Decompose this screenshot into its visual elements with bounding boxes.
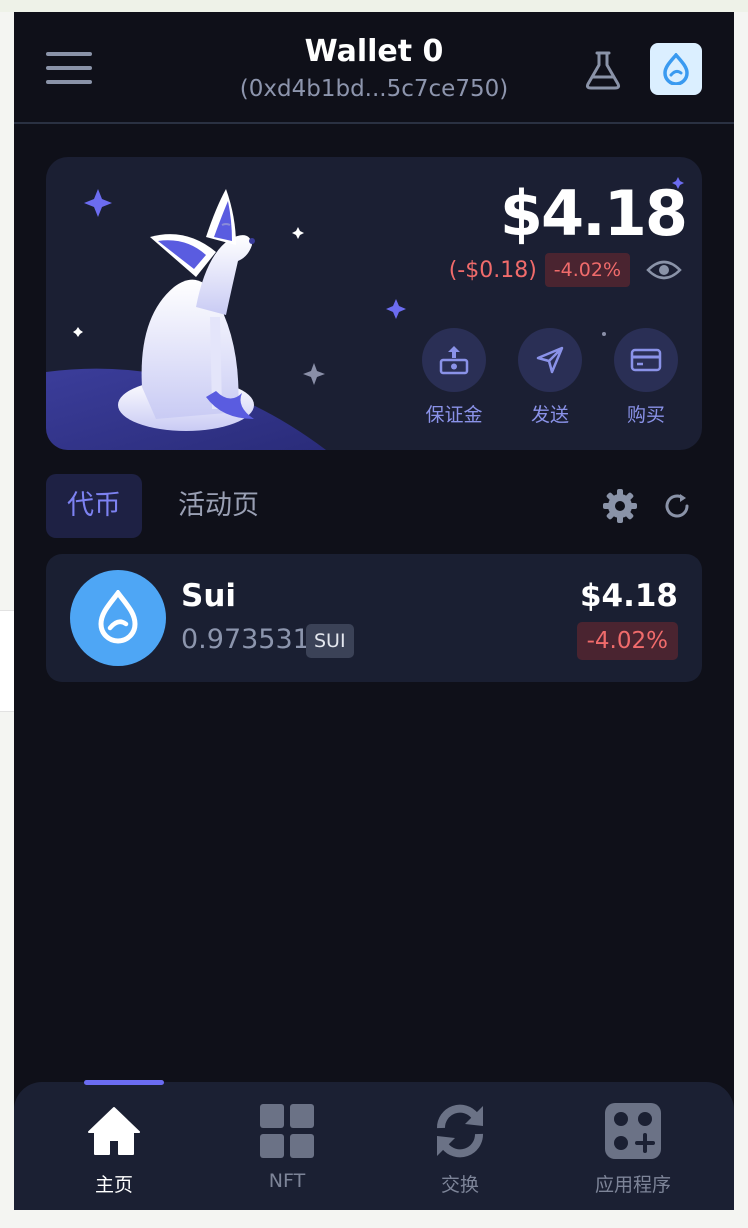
token-symbol-badge: SUI	[306, 624, 354, 658]
change-percent-badge: -4.02%	[544, 253, 630, 287]
refresh-icon[interactable]	[662, 491, 692, 521]
sui-drop-icon	[98, 590, 138, 644]
wallet-name[interactable]: Wallet 0	[14, 34, 734, 69]
gear-icon[interactable]	[602, 488, 638, 524]
tab-activity[interactable]: 活动页	[178, 474, 259, 538]
sui-drop-icon	[663, 53, 689, 85]
deposit-label: 保证金	[425, 404, 483, 426]
change-amount: (-$0.18)	[448, 257, 537, 283]
deposit-icon	[439, 346, 469, 375]
card-icon	[630, 348, 662, 372]
nav-apps-label: 应用程序	[594, 1174, 671, 1196]
background-panel	[0, 610, 14, 712]
nav-apps[interactable]: 应用程序	[543, 1082, 723, 1210]
token-name: Sui	[181, 578, 237, 614]
deposit-action[interactable]: 保证金	[414, 328, 494, 427]
balance-change-row: (-$0.18) -4.02%	[449, 249, 682, 291]
nav-swap[interactable]: 交换	[370, 1082, 550, 1210]
buy-label: 购买	[626, 404, 665, 426]
total-balance: $4.18	[499, 177, 688, 250]
balance-card: $4.18 (-$0.18) -4.02% 保证金 发送 购买	[46, 157, 702, 450]
deposit-button[interactable]	[422, 328, 486, 392]
sui-network-button[interactable]	[650, 43, 702, 95]
nav-home-label: 主页	[94, 1174, 133, 1196]
page-bottom-edge	[14, 1210, 734, 1228]
swap-icon	[436, 1104, 484, 1158]
buy-action[interactable]: 购买	[606, 328, 686, 427]
grid-icon	[260, 1104, 314, 1158]
send-label: 发送	[530, 404, 569, 426]
send-button[interactable]	[518, 328, 582, 392]
browser-strip	[0, 0, 748, 12]
apps-icon	[605, 1103, 661, 1159]
tab-tokens[interactable]: 代币	[46, 474, 142, 538]
bottom-nav: 主页 NFT 交换 应用程序	[14, 1080, 734, 1210]
active-indicator	[84, 1080, 164, 1085]
send-action[interactable]: 发送	[510, 328, 590, 427]
wallet-address[interactable]: (0xd4b1bd...5c7ce750)	[14, 76, 734, 102]
home-icon	[88, 1107, 140, 1155]
buy-button[interactable]	[614, 328, 678, 392]
wallet-app: Wallet 0 (0xd4b1bd...5c7ce750) $4.18 (-$…	[14, 12, 734, 1210]
token-row-sui[interactable]: Sui 0.973531 SUI $4.18 -4.02%	[46, 554, 702, 682]
eye-icon[interactable]	[646, 258, 682, 282]
sui-token-logo	[70, 570, 166, 666]
header: Wallet 0 (0xd4b1bd...5c7ce750)	[14, 12, 734, 124]
nav-home[interactable]: 主页	[24, 1080, 204, 1210]
token-change-badge: -4.02%	[576, 622, 678, 660]
send-icon	[536, 346, 564, 374]
nav-nft[interactable]: NFT	[197, 1082, 377, 1210]
nav-swap-label: 交换	[440, 1174, 479, 1196]
flask-icon[interactable]	[584, 50, 622, 90]
token-amount: 0.973531	[181, 624, 310, 655]
nav-nft-label: NFT	[268, 1170, 306, 1192]
token-value: $4.18	[579, 578, 678, 614]
